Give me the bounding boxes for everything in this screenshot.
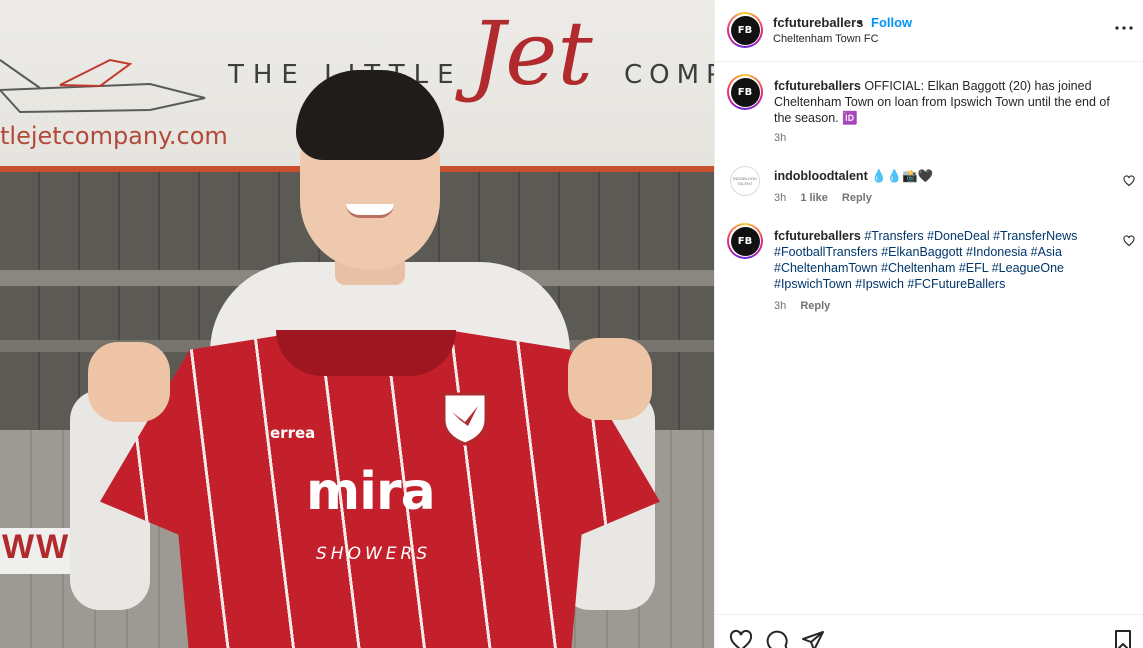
jet-plane-graphic <box>0 58 206 114</box>
post-location[interactable]: Cheltenham Town FC <box>773 33 879 45</box>
caption-meta: 3h <box>774 132 797 144</box>
avatar-initials: FB <box>730 226 760 256</box>
commenter-avatar[interactable]: INDOBLOOD TALENT <box>730 166 760 196</box>
caption-text-block: fcfutureballers OFFICIAL: Elkan Baggott … <box>774 78 1120 126</box>
shirt-sponsor-sub: SHOWERS <box>316 544 432 564</box>
reply-button[interactable]: Reply <box>842 192 872 204</box>
comment-text: 💧💧📸🖤 <box>871 169 934 183</box>
player-smile <box>346 204 394 218</box>
share-icon[interactable] <box>801 629 825 648</box>
post-header: FB fcfutureballers • Follow Cheltenham T… <box>715 0 1143 62</box>
caption-username[interactable]: fcfutureballers <box>774 79 861 93</box>
heart-icon[interactable] <box>729 629 753 648</box>
separator-dot: • <box>858 15 863 30</box>
comment-likes[interactable]: 1 like <box>800 192 828 204</box>
left-hand <box>88 342 170 422</box>
comment-meta: 3h 1 like Reply <box>774 192 883 204</box>
comment-username[interactable]: indobloodtalent <box>774 169 868 183</box>
commenter-avatar[interactable]: FB <box>727 223 763 259</box>
comment-text-block: fcfutureballers #Transfers #DoneDeal #Tr… <box>774 228 1120 292</box>
comment-text-block: indobloodtalent 💧💧📸🖤 <box>774 168 1120 184</box>
bookmark-icon[interactable] <box>1111 629 1135 648</box>
comment-like-heart-icon[interactable] <box>1123 235 1135 247</box>
avatar-text: INDOBLOOD TALENT <box>732 176 757 186</box>
comment-like-heart-icon[interactable] <box>1123 175 1135 187</box>
author-avatar[interactable]: FB <box>727 12 763 48</box>
caption-time[interactable]: 3h <box>774 132 786 144</box>
kit-brand-logo: errea <box>270 424 316 442</box>
banner-text-right: COMP <box>624 60 714 90</box>
action-bar <box>715 614 1143 648</box>
right-hand <box>568 338 652 420</box>
shirt-sponsor: mira <box>306 462 436 522</box>
comment-icon[interactable] <box>765 629 789 648</box>
avatar-initials: FB <box>730 77 760 107</box>
author-username[interactable]: fcfutureballers <box>773 15 863 30</box>
reply-button[interactable]: Reply <box>800 300 830 312</box>
banner-url: tlejetcompany.com <box>0 122 228 150</box>
follow-button[interactable]: Follow <box>871 15 912 30</box>
banner-script-text: Jet <box>470 2 593 105</box>
comment-time[interactable]: 3h <box>774 300 786 312</box>
comment-meta: 3h Reply <box>774 300 841 312</box>
post-panel: FB fcfutureballers • Follow Cheltenham T… <box>714 0 1143 648</box>
comment-time[interactable]: 3h <box>774 192 786 204</box>
avatar-initials: FB <box>730 15 760 45</box>
comment-username[interactable]: fcfutureballers <box>774 229 861 243</box>
post-image[interactable]: THE LITTLE Jet COMP tlejetcompany.com WW… <box>0 0 714 648</box>
shirt-collar <box>276 330 456 376</box>
club-crest-icon <box>442 392 488 446</box>
more-options-icon[interactable] <box>1112 16 1136 40</box>
caption-avatar[interactable]: FB <box>727 74 763 110</box>
